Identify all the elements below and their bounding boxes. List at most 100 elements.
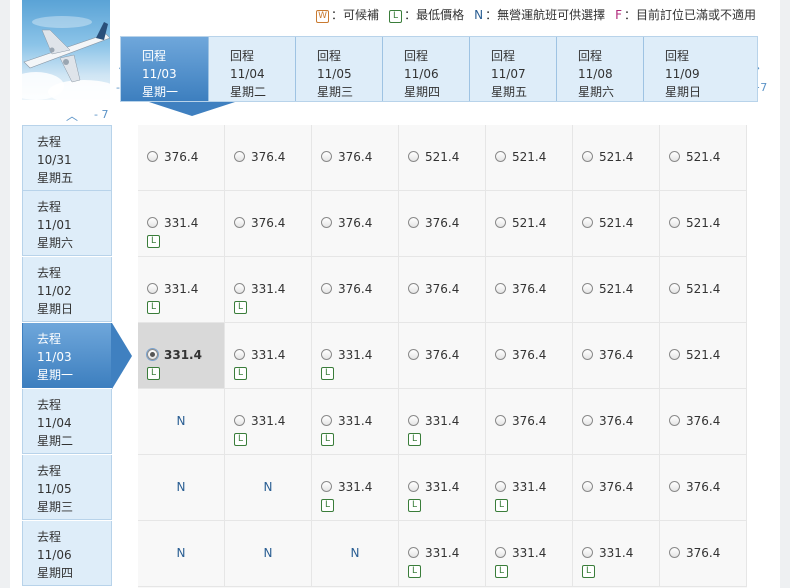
fare-cell[interactable]: 376.4 bbox=[138, 125, 225, 191]
fare-cell[interactable]: 331.4 L bbox=[225, 389, 312, 455]
fare-cell[interactable]: 521.4 bbox=[660, 257, 747, 323]
fare-cell[interactable]: 521.4 bbox=[660, 323, 747, 389]
depart-date-10-31[interactable]: 去程 10/31 星期五 bbox=[22, 125, 112, 191]
fare-cell[interactable]: 331.4 L bbox=[312, 323, 399, 389]
fare-radio[interactable] bbox=[321, 217, 332, 228]
fare-radio[interactable] bbox=[234, 151, 245, 162]
fare-radio[interactable] bbox=[669, 547, 680, 558]
fare-radio[interactable] bbox=[147, 349, 158, 360]
fare-radio[interactable] bbox=[408, 481, 419, 492]
fare-radio[interactable] bbox=[582, 217, 593, 228]
fare-radio[interactable] bbox=[669, 349, 680, 360]
fare-radio[interactable] bbox=[234, 217, 245, 228]
fare-cell[interactable]: 521.4 bbox=[660, 191, 747, 257]
fare-cell[interactable]: 331.4 L bbox=[225, 323, 312, 389]
fare-cell[interactable]: 331.4 L bbox=[225, 257, 312, 323]
fare-radio[interactable] bbox=[669, 217, 680, 228]
fare-cell[interactable]: 376.4 bbox=[399, 257, 486, 323]
fare-cell[interactable]: 331.4 L bbox=[573, 521, 660, 587]
return-date-11-04[interactable]: 回程 11/04 星期二 bbox=[208, 37, 295, 101]
fare-radio[interactable] bbox=[669, 481, 680, 492]
depart-date-11-05[interactable]: 去程 11/05 星期三 bbox=[22, 455, 112, 520]
fare-cell[interactable]: 376.4 bbox=[312, 125, 399, 191]
fare-radio[interactable] bbox=[408, 547, 419, 558]
fare-cell[interactable]: 376.4 bbox=[660, 455, 747, 521]
depart-date-11-01[interactable]: 去程 11/01 星期六 bbox=[22, 191, 112, 256]
fare-radio[interactable] bbox=[582, 415, 593, 426]
fare-radio[interactable] bbox=[147, 217, 158, 228]
fare-cell[interactable]: 376.4 bbox=[486, 389, 573, 455]
fare-cell[interactable]: 376.4 bbox=[573, 455, 660, 521]
fare-cell[interactable]: 521.4 bbox=[399, 125, 486, 191]
fare-radio[interactable] bbox=[147, 283, 158, 294]
fare-cell[interactable]: 376.4 bbox=[312, 191, 399, 257]
fare-radio[interactable] bbox=[582, 151, 593, 162]
fare-cell[interactable]: 376.4 bbox=[660, 521, 747, 587]
fare-radio[interactable] bbox=[495, 283, 506, 294]
prev-depart-week-icon[interactable]: ︿ bbox=[66, 107, 78, 124]
fare-cell[interactable]: 376.4 bbox=[312, 257, 399, 323]
fare-cell[interactable]: 521.4 bbox=[573, 257, 660, 323]
fare-radio[interactable] bbox=[582, 283, 593, 294]
fare-cell[interactable]: 376.4 bbox=[486, 323, 573, 389]
fare-cell[interactable]: 376.4 bbox=[399, 191, 486, 257]
fare-radio[interactable] bbox=[147, 151, 158, 162]
fare-radio[interactable] bbox=[495, 547, 506, 558]
fare-radio[interactable] bbox=[408, 283, 419, 294]
fare-radio[interactable] bbox=[321, 283, 332, 294]
fare-cell[interactable]: 331.4 L bbox=[312, 455, 399, 521]
fare-radio[interactable] bbox=[669, 415, 680, 426]
fare-cell[interactable]: 331.4 L bbox=[138, 257, 225, 323]
fare-radio[interactable] bbox=[669, 151, 680, 162]
fare-radio[interactable] bbox=[408, 151, 419, 162]
fare-cell[interactable]: 376.4 bbox=[399, 323, 486, 389]
fare-cell[interactable]: 376.4 bbox=[573, 389, 660, 455]
fare-radio[interactable] bbox=[495, 349, 506, 360]
fare-cell[interactable]: 521.4 bbox=[486, 125, 573, 191]
return-date-11-06[interactable]: 回程 11/06 星期四 bbox=[382, 37, 469, 101]
depart-date-11-06[interactable]: 去程 11/06 星期四 bbox=[22, 521, 112, 586]
depart-date-11-03[interactable]: 去程 11/03 星期一 bbox=[22, 323, 112, 388]
fare-radio[interactable] bbox=[321, 151, 332, 162]
fare-radio[interactable] bbox=[495, 481, 506, 492]
return-date-11-08[interactable]: 回程 11/08 星期六 bbox=[556, 37, 643, 101]
fare-radio[interactable] bbox=[495, 217, 506, 228]
prev-depart-week-count[interactable]: - 7 bbox=[94, 108, 108, 121]
fare-cell[interactable]: 331.4 L bbox=[138, 191, 225, 257]
fare-cell[interactable]: 521.4 bbox=[660, 125, 747, 191]
fare-radio[interactable] bbox=[582, 349, 593, 360]
fare-cell[interactable]: 331.4 L bbox=[486, 455, 573, 521]
fare-radio[interactable] bbox=[321, 481, 332, 492]
fare-cell[interactable]: 521.4 bbox=[573, 191, 660, 257]
depart-date-11-04[interactable]: 去程 11/04 星期二 bbox=[22, 389, 112, 454]
fare-cell[interactable]: 376.4 bbox=[573, 323, 660, 389]
return-date-11-05[interactable]: 回程 11/05 星期三 bbox=[295, 37, 382, 101]
fare-cell[interactable]: 331.4 L bbox=[138, 323, 225, 389]
fare-radio[interactable] bbox=[495, 415, 506, 426]
fare-radio[interactable] bbox=[234, 283, 245, 294]
fare-radio[interactable] bbox=[234, 349, 245, 360]
fare-radio[interactable] bbox=[321, 349, 332, 360]
fare-radio[interactable] bbox=[495, 151, 506, 162]
fare-cell[interactable]: 376.4 bbox=[225, 191, 312, 257]
fare-cell[interactable]: 521.4 bbox=[486, 191, 573, 257]
fare-cell[interactable]: 521.4 bbox=[573, 125, 660, 191]
fare-cell[interactable]: 331.4 L bbox=[399, 455, 486, 521]
fare-radio[interactable] bbox=[408, 217, 419, 228]
fare-cell[interactable]: 331.4 L bbox=[399, 389, 486, 455]
fare-radio[interactable] bbox=[321, 415, 332, 426]
fare-radio[interactable] bbox=[582, 481, 593, 492]
fare-radio[interactable] bbox=[669, 283, 680, 294]
fare-radio[interactable] bbox=[234, 415, 245, 426]
fare-cell[interactable]: 376.4 bbox=[486, 257, 573, 323]
depart-date-11-02[interactable]: 去程 11/02 星期日 bbox=[22, 257, 112, 322]
return-date-11-09[interactable]: 回程 11/09 星期日 bbox=[643, 37, 730, 101]
fare-radio[interactable] bbox=[408, 349, 419, 360]
fare-cell[interactable]: 331.4 L bbox=[312, 389, 399, 455]
fare-cell[interactable]: 331.4 L bbox=[399, 521, 486, 587]
fare-cell[interactable]: 376.4 bbox=[225, 125, 312, 191]
return-date-11-07[interactable]: 回程 11/07 星期五 bbox=[469, 37, 556, 101]
fare-radio[interactable] bbox=[582, 547, 593, 558]
fare-cell[interactable]: 376.4 bbox=[660, 389, 747, 455]
return-date-11-03[interactable]: 回程 11/03 星期一 bbox=[121, 37, 208, 101]
